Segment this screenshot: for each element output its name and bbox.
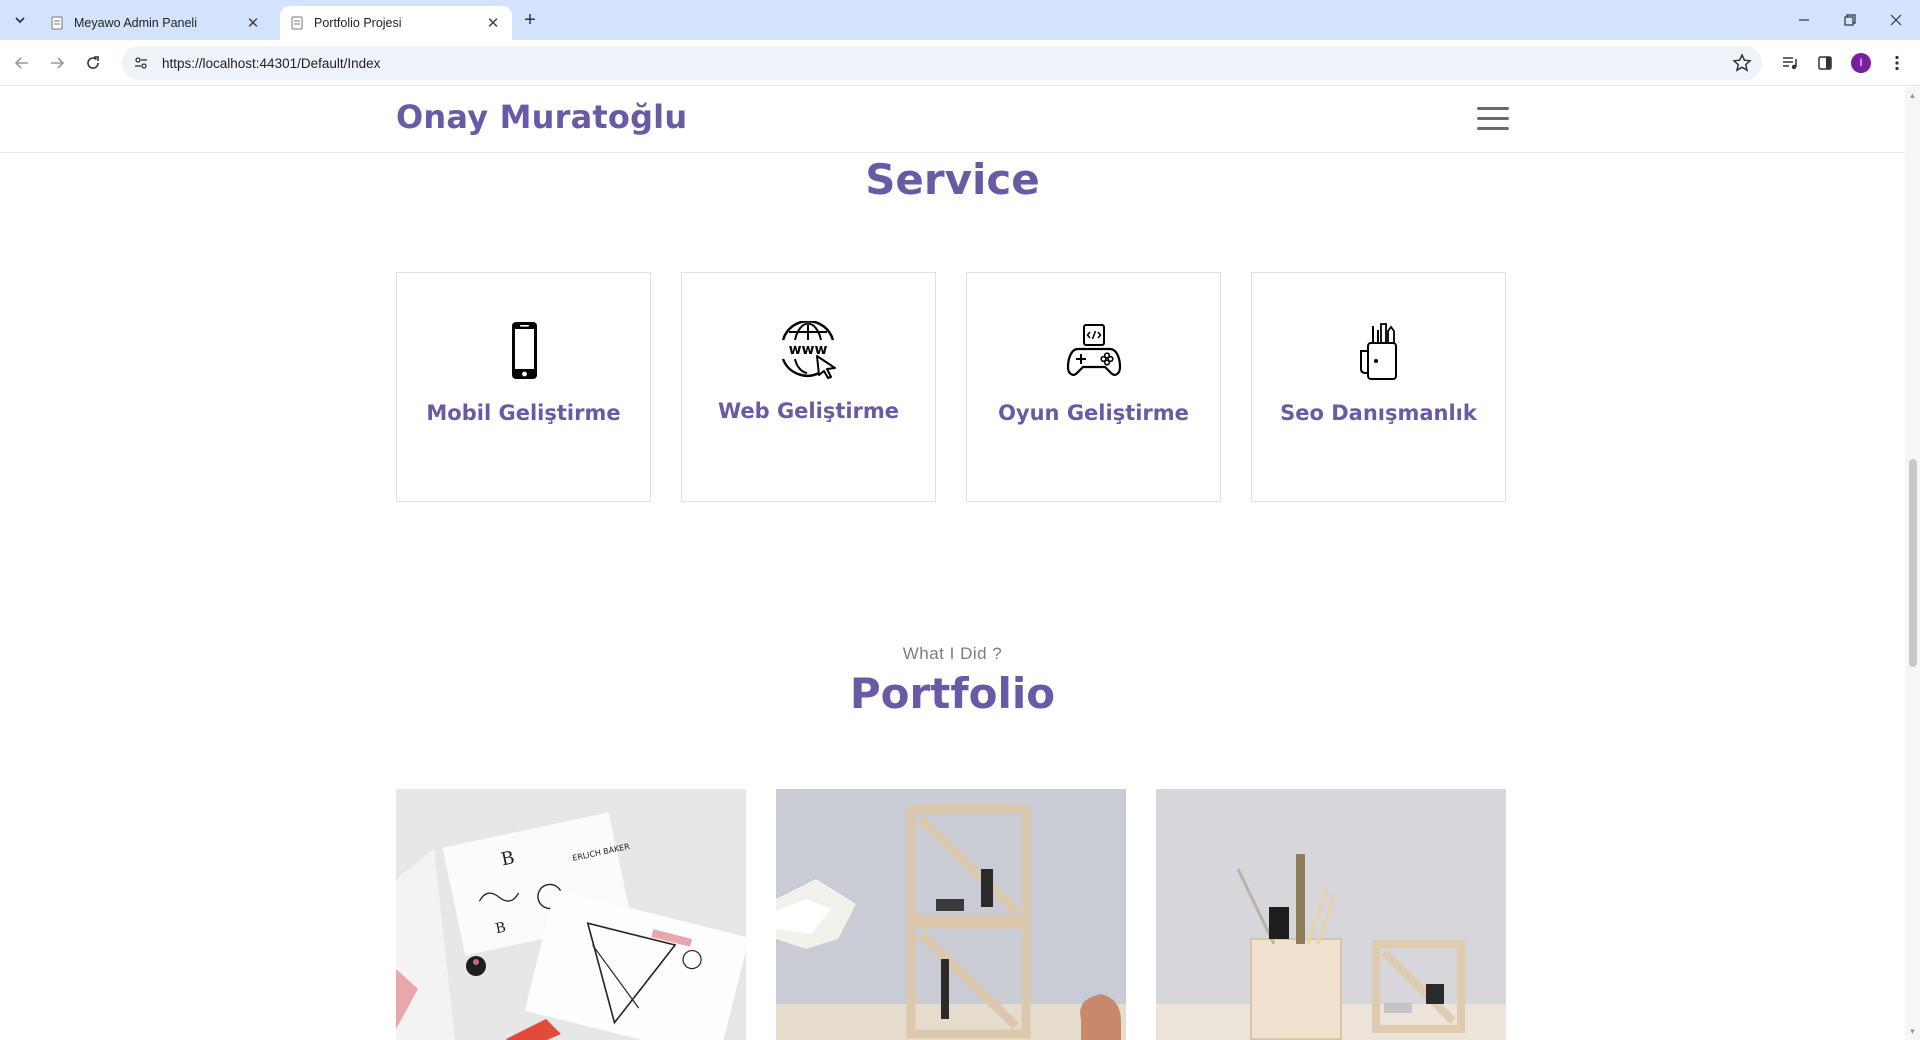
site-info-icon[interactable]	[130, 52, 152, 74]
media-queue-icon[interactable]	[1777, 50, 1803, 76]
site-header: Onay Muratoğlu	[0, 87, 1905, 153]
game-controller-icon	[1066, 324, 1121, 376]
service-card-game[interactable]: Oyun Geliştirme	[966, 272, 1221, 502]
tab-title: Portfolio Projesi	[314, 16, 402, 30]
tab-close-icon[interactable]: ✕	[484, 14, 502, 32]
tab-title: Meyawo Admin Paneli	[74, 16, 197, 30]
minimize-icon[interactable]	[1781, 0, 1827, 40]
scroll-down-icon[interactable]: ▼	[1908, 1027, 1917, 1036]
restore-icon[interactable]	[1827, 0, 1873, 40]
page-scrollbar[interactable]: ▲ ▼	[1905, 87, 1920, 1040]
forward-arrow-icon[interactable]	[44, 50, 70, 76]
scroll-up-icon[interactable]: ▲	[1908, 91, 1917, 100]
portfolio-subtitle: What I Did ?	[902, 644, 1003, 663]
service-card-mobile[interactable]: Mobil Geliştirme	[396, 272, 651, 502]
www-globe-icon: www	[781, 321, 836, 379]
brand-logo[interactable]: Onay Muratoğlu	[396, 98, 687, 136]
new-tab-plus-icon[interactable]: +	[518, 8, 542, 32]
sketch-papers-image: B ERLICH BAKER B	[396, 789, 746, 1040]
wooden-shelf-lamp-image	[776, 789, 1126, 1040]
service-label: Oyun Geliştirme	[998, 401, 1189, 425]
browser-menu-icon[interactable]	[1884, 50, 1910, 76]
portfolio-item-box[interactable]	[1156, 789, 1506, 1040]
pen-holder-icon	[1359, 323, 1397, 380]
portfolio-item-sketch[interactable]: B ERLICH BAKER B	[396, 789, 746, 1040]
reload-icon[interactable]	[80, 50, 106, 76]
window-close-icon[interactable]	[1873, 0, 1919, 40]
document-favicon-icon	[51, 16, 63, 30]
svg-text:www: www	[788, 342, 827, 358]
portfolio-section-title: Portfolio	[849, 669, 1056, 718]
wooden-box-desk-image	[1156, 789, 1506, 1040]
service-section-title: Service	[865, 155, 1040, 204]
service-label: Web Geliştirme	[717, 399, 900, 423]
page-viewport: Onay Muratoğlu Service Mobil Geliştirme …	[0, 87, 1905, 1040]
hamburger-menu-icon[interactable]	[1477, 107, 1509, 131]
service-card-seo[interactable]: Seo Danışmanlık	[1251, 272, 1506, 502]
browser-tab-admin[interactable]: Meyawo Admin Paneli ✕	[40, 6, 272, 40]
scrollbar-thumb[interactable]	[1909, 459, 1917, 667]
browser-tab-bar: Meyawo Admin Paneli ✕ Portfolio Projesi …	[0, 0, 1920, 40]
tab-close-icon[interactable]: ✕	[244, 14, 262, 32]
side-panel-icon[interactable]	[1812, 50, 1838, 76]
bookmark-star-icon[interactable]	[1732, 53, 1752, 73]
tab-search-chevron-icon[interactable]	[8, 8, 32, 32]
service-label: Seo Danışmanlık	[1280, 401, 1477, 425]
address-bar[interactable]: https://localhost:44301/Default/Index	[122, 46, 1762, 80]
service-label: Mobil Geliştirme	[426, 401, 621, 425]
browser-toolbar: https://localhost:44301/Default/Index I	[0, 40, 1920, 86]
portfolio-item-shelf[interactable]	[776, 789, 1126, 1040]
browser-tab-portfolio[interactable]: Portfolio Projesi ✕	[280, 6, 512, 40]
url-text: https://localhost:44301/Default/Index	[162, 55, 381, 71]
service-card-web[interactable]: www Web Geliştirme	[681, 272, 936, 502]
document-favicon-icon	[291, 16, 303, 30]
profile-initial: I	[1851, 53, 1871, 73]
back-arrow-icon[interactable]	[9, 50, 35, 76]
profile-avatar[interactable]: I	[1848, 50, 1874, 76]
mobile-phone-icon	[511, 322, 537, 379]
